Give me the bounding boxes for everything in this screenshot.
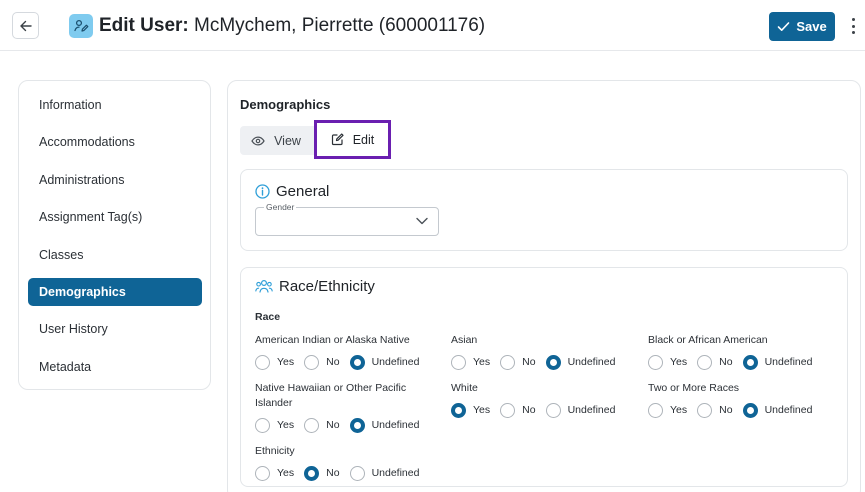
arrow-left-icon	[19, 20, 32, 31]
edit-pencil-icon	[331, 133, 344, 146]
radio-button[interactable]	[697, 354, 713, 370]
chevron-down-icon	[416, 217, 428, 225]
sidebar-item-demographics[interactable]: Demographics	[28, 278, 202, 306]
race-label: Race	[255, 311, 281, 323]
radio-option-yes[interactable]: Yes	[255, 417, 294, 433]
sidebar-item-user-history[interactable]: User History	[28, 315, 202, 343]
page-title: Edit User: McMychem, Pierrette (60000117…	[99, 15, 486, 36]
page-title-prefix: Edit User	[99, 15, 183, 36]
sidebar-item-assignment-tags[interactable]: Assignment Tag(s)	[28, 203, 202, 231]
radio-option-yes[interactable]: Yes	[451, 402, 490, 418]
sidebar-item-administrations[interactable]: Administrations	[28, 166, 202, 194]
general-title: General	[255, 183, 329, 200]
radio-option-no[interactable]: No	[697, 402, 733, 418]
radio-button-selected[interactable]	[304, 465, 320, 481]
radio-button[interactable]	[349, 465, 365, 481]
general-card: General Gender	[240, 169, 848, 251]
radio-option-no[interactable]: No	[500, 354, 536, 370]
main-content: Demographics View Edit General Gender Ra…	[227, 80, 861, 492]
radio-option-no[interactable]: No	[304, 465, 340, 481]
question-asian: Asian	[451, 334, 478, 346]
question-american-indian: American Indian or Alaska Native	[255, 334, 410, 346]
save-button[interactable]: Save	[769, 12, 835, 41]
back-button[interactable]	[12, 12, 39, 39]
save-button-label: Save	[796, 19, 827, 34]
radio-option-no[interactable]: No	[304, 354, 340, 370]
radio-option-yes[interactable]: Yes	[255, 354, 294, 370]
edit-user-icon	[69, 14, 93, 38]
race-ethnicity-title: Race/Ethnicity	[255, 278, 375, 295]
gender-label: Gender	[264, 202, 297, 212]
radio-button-selected[interactable]	[349, 417, 365, 433]
gender-select[interactable]: Gender	[255, 202, 439, 236]
view-edit-toggle: View Edit	[240, 120, 391, 159]
radio-option-undefined[interactable]: Undefined	[742, 402, 812, 418]
eye-icon	[251, 135, 265, 146]
radio-option-undefined[interactable]: Undefined	[742, 354, 812, 370]
radio-option-no[interactable]: No	[500, 402, 536, 418]
radio-group-ethnicity: Yes No Undefined	[255, 465, 429, 481]
radio-group-native-hawaiian: Yes No Undefined	[255, 417, 429, 433]
radio-group-black-african-american: Yes No Undefined	[648, 354, 822, 370]
question-ethnicity: Ethnicity	[255, 445, 295, 457]
radio-button[interactable]	[648, 354, 663, 370]
sidebar-item-accommodations[interactable]: Accommodations	[28, 128, 202, 156]
radio-option-yes[interactable]: Yes	[255, 465, 294, 481]
radio-group-asian: Yes No Undefined	[451, 354, 625, 370]
page-title-user: McMychem, Pierrette (600001176)	[194, 15, 486, 36]
radio-button[interactable]	[545, 402, 561, 418]
radio-option-yes[interactable]: Yes	[451, 354, 490, 370]
radio-button[interactable]	[255, 417, 270, 433]
radio-group-american-indian: Yes No Undefined	[255, 354, 429, 370]
radio-button[interactable]	[500, 354, 516, 370]
radio-option-yes[interactable]: Yes	[648, 354, 687, 370]
view-toggle-button[interactable]: View	[240, 126, 312, 155]
radio-button-selected[interactable]	[349, 354, 365, 370]
sidebar-item-information[interactable]: Information	[28, 91, 202, 119]
radio-button[interactable]	[255, 465, 270, 481]
info-icon	[255, 184, 270, 199]
radio-button-selected[interactable]	[742, 354, 758, 370]
radio-option-yes[interactable]: Yes	[648, 402, 687, 418]
page-header: Edit User: McMychem, Pierrette (60000117…	[0, 0, 865, 51]
radio-button[interactable]	[451, 354, 466, 370]
question-native-hawaiian: Native Hawaiian or Other Pacific Islande…	[255, 382, 407, 409]
people-group-icon	[255, 279, 273, 293]
section-title: Demographics	[240, 97, 331, 112]
question-black-african-american: Black or African American	[648, 334, 768, 346]
question-two-or-more-races: Two or More Races	[648, 382, 740, 394]
sidebar-item-classes[interactable]: Classes	[28, 241, 202, 269]
radio-button-selected[interactable]	[742, 402, 758, 418]
radio-option-undefined[interactable]: Undefined	[545, 402, 615, 418]
radio-option-undefined[interactable]: Undefined	[545, 354, 615, 370]
radio-option-undefined[interactable]: Undefined	[349, 354, 419, 370]
radio-option-undefined[interactable]: Undefined	[349, 465, 419, 481]
radio-group-two-or-more-races: Yes No Undefined	[648, 402, 822, 418]
radio-button[interactable]	[255, 354, 270, 370]
checkmark-icon	[778, 22, 790, 31]
sidebar-nav: Information Accommodations Administratio…	[18, 80, 211, 390]
radio-button[interactable]	[304, 354, 320, 370]
race-ethnicity-card: Race/Ethnicity Race American Indian or A…	[240, 267, 848, 487]
radio-button[interactable]	[697, 402, 713, 418]
radio-option-no[interactable]: No	[304, 417, 340, 433]
radio-button-selected[interactable]	[451, 402, 466, 418]
more-options-icon[interactable]	[849, 16, 857, 36]
radio-option-no[interactable]: No	[697, 354, 733, 370]
radio-button[interactable]	[648, 402, 663, 418]
radio-button[interactable]	[304, 417, 320, 433]
sidebar-item-metadata[interactable]: Metadata	[28, 353, 202, 381]
radio-group-white: Yes No Undefined	[451, 402, 625, 418]
radio-button[interactable]	[500, 402, 516, 418]
radio-button-selected[interactable]	[545, 354, 561, 370]
edit-toggle-button[interactable]: Edit	[314, 120, 391, 159]
question-white: White	[451, 382, 478, 394]
radio-option-undefined[interactable]: Undefined	[349, 417, 419, 433]
